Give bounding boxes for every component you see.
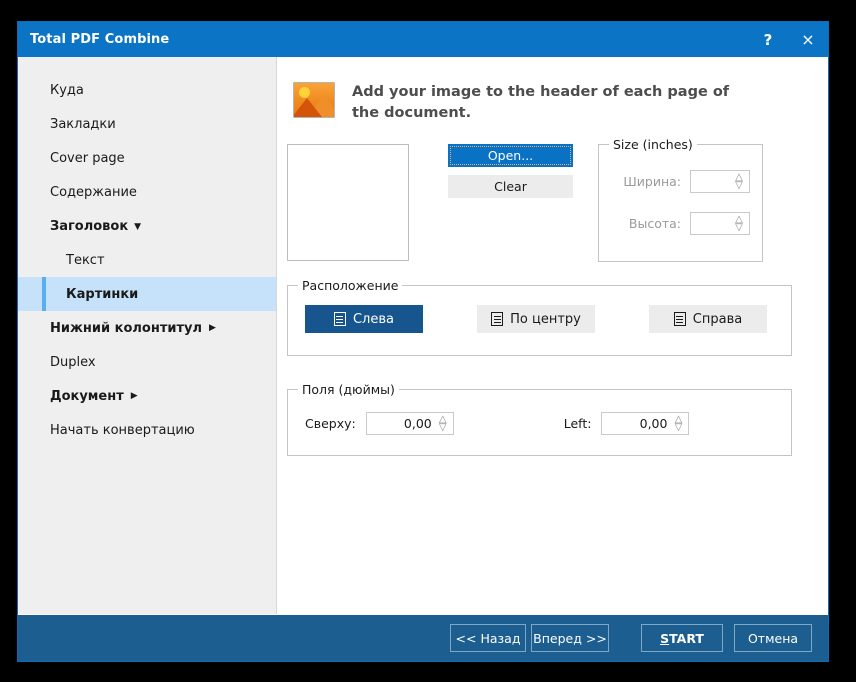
document-icon bbox=[673, 312, 686, 327]
position-buttons-row: Слева По центру Справа bbox=[288, 305, 791, 334]
margins-group: Поля (дюймы) Сверху: 0,00 △ ▽ Left: 0,00 … bbox=[287, 382, 792, 457]
position-left-button[interactable]: Слева bbox=[305, 305, 423, 334]
position-group: Расположение Слева По центру Справа bbox=[287, 278, 792, 357]
sidebar-item-label: Закладки bbox=[50, 116, 116, 132]
image-icon bbox=[293, 82, 335, 118]
size-group-legend: Size (inches) bbox=[609, 137, 697, 153]
sidebar-item-start-conversion[interactable]: Начать конвертацию bbox=[18, 413, 276, 447]
sidebar-item-label: Начать конвертацию bbox=[50, 422, 195, 438]
footer-bar: << Назад Вперед >> S TART Отмена bbox=[18, 614, 828, 661]
position-center-button[interactable]: По центру bbox=[477, 305, 595, 334]
position-right-label: Справа bbox=[692, 311, 743, 327]
chevron-right-icon: ▶ bbox=[130, 390, 138, 401]
sidebar-item-label: Заголовок bbox=[50, 218, 129, 234]
position-left-label: Слева bbox=[352, 311, 394, 327]
sidebar-item-label: Текст bbox=[66, 252, 105, 268]
sidebar-item-document[interactable]: Документ ▶ bbox=[18, 379, 276, 413]
back-button[interactable]: << Назад bbox=[450, 624, 526, 652]
margin-left-value: 0,00 bbox=[639, 416, 668, 432]
document-icon bbox=[491, 312, 504, 327]
position-right-button[interactable]: Справа bbox=[649, 305, 767, 334]
stepper-arrows-icon[interactable]: △ ▽ bbox=[671, 415, 688, 432]
window-body: Куда Закладки Cover page Содержание Заго… bbox=[18, 57, 828, 614]
application-window: Total PDF Combine ? × Куда Закладки Cove… bbox=[17, 21, 829, 662]
margin-left-stepper[interactable]: 0,00 △ ▽ bbox=[601, 412, 690, 436]
start-button[interactable]: S TART bbox=[641, 624, 723, 652]
image-icon-mountain-left bbox=[294, 98, 322, 117]
stepper-arrows-icon[interactable]: △ ▽ bbox=[436, 415, 453, 432]
sidebar-item-header[interactable]: Заголовок ▼ bbox=[18, 209, 276, 243]
margins-row: Сверху: 0,00 △ ▽ Left: 0,00 △ ▽ bbox=[288, 412, 791, 436]
width-row: Ширина: △ ▽ bbox=[599, 170, 762, 194]
sidebar-item-header-text[interactable]: Текст bbox=[18, 243, 276, 277]
image-icon-sun bbox=[299, 87, 310, 98]
margin-left-label: Left: bbox=[563, 416, 592, 432]
close-button[interactable]: × bbox=[788, 22, 828, 57]
panel-header: Add your image to the header of each pag… bbox=[293, 82, 828, 123]
sidebar-item-header-images[interactable]: Картинки bbox=[18, 277, 276, 311]
sidebar-item-label: Нижний колонтитул bbox=[50, 320, 203, 336]
title-bar: Total PDF Combine ? × bbox=[18, 22, 828, 57]
position-center-label: По центру bbox=[510, 311, 581, 327]
panel-description: Add your image to the header of each pag… bbox=[352, 84, 730, 121]
width-stepper[interactable]: △ ▽ bbox=[690, 170, 750, 194]
document-icon bbox=[333, 312, 346, 327]
margin-top-stepper[interactable]: 0,00 △ ▽ bbox=[365, 412, 454, 436]
height-label: Высота: bbox=[628, 216, 681, 232]
size-group: Size (inches) Ширина: △ ▽ Высота: △ ▽ bbox=[598, 137, 763, 263]
main-panel: Add your image to the header of each pag… bbox=[277, 57, 828, 614]
help-button[interactable]: ? bbox=[748, 22, 788, 57]
height-stepper[interactable]: △ ▽ bbox=[690, 212, 750, 236]
sidebar-item-label: Картинки bbox=[66, 286, 139, 302]
stepper-arrows-icon[interactable]: △ ▽ bbox=[732, 173, 749, 190]
sidebar-item-label: Cover page bbox=[50, 150, 125, 166]
sidebar-navigation: Куда Закладки Cover page Содержание Заго… bbox=[18, 57, 277, 614]
sidebar-item-duplex[interactable]: Duplex bbox=[18, 345, 276, 379]
image-controls-row: Open... Clear Size (inches) Ширина: △▽ bbox=[287, 137, 828, 263]
margin-top-label: Сверху: bbox=[305, 416, 356, 432]
start-button-label: TART bbox=[669, 630, 704, 646]
image-action-buttons: Open... Clear bbox=[448, 144, 573, 199]
sidebar-item-contents[interactable]: Содержание bbox=[18, 175, 276, 209]
open-button[interactable]: Open... bbox=[448, 144, 573, 168]
position-group-legend: Расположение bbox=[298, 278, 403, 294]
sidebar-item-cover-page[interactable]: Cover page bbox=[18, 141, 276, 175]
clear-button[interactable]: Clear bbox=[448, 175, 573, 199]
sidebar-item-footer[interactable]: Нижний колонтитул ▶ bbox=[18, 311, 276, 345]
cancel-button[interactable]: Отмена bbox=[734, 624, 812, 652]
sidebar-item-bookmarks[interactable]: Закладки bbox=[18, 107, 276, 141]
start-button-accelerator: S bbox=[660, 630, 670, 646]
sidebar-item-label: Содержание bbox=[50, 184, 137, 200]
margin-top-value: 0,00 bbox=[403, 416, 432, 432]
width-label: Ширина: bbox=[623, 174, 681, 190]
image-preview[interactable] bbox=[287, 144, 409, 262]
forward-button[interactable]: Вперед >> bbox=[531, 624, 609, 652]
chevron-down-icon: ▼ bbox=[134, 221, 142, 232]
window-title: Total PDF Combine bbox=[30, 32, 170, 47]
chevron-right-icon: ▶ bbox=[209, 322, 216, 333]
sidebar-item-label: Duplex bbox=[50, 354, 96, 370]
height-row: Высота: △ ▽ bbox=[599, 212, 762, 236]
sidebar-item-label: Куда bbox=[50, 82, 84, 98]
sidebar-item-kuda[interactable]: Куда bbox=[18, 73, 276, 107]
sidebar-item-label: Документ bbox=[50, 388, 124, 404]
stepper-arrows-icon[interactable]: △ ▽ bbox=[732, 215, 749, 232]
margins-group-legend: Поля (дюймы) bbox=[298, 382, 399, 398]
